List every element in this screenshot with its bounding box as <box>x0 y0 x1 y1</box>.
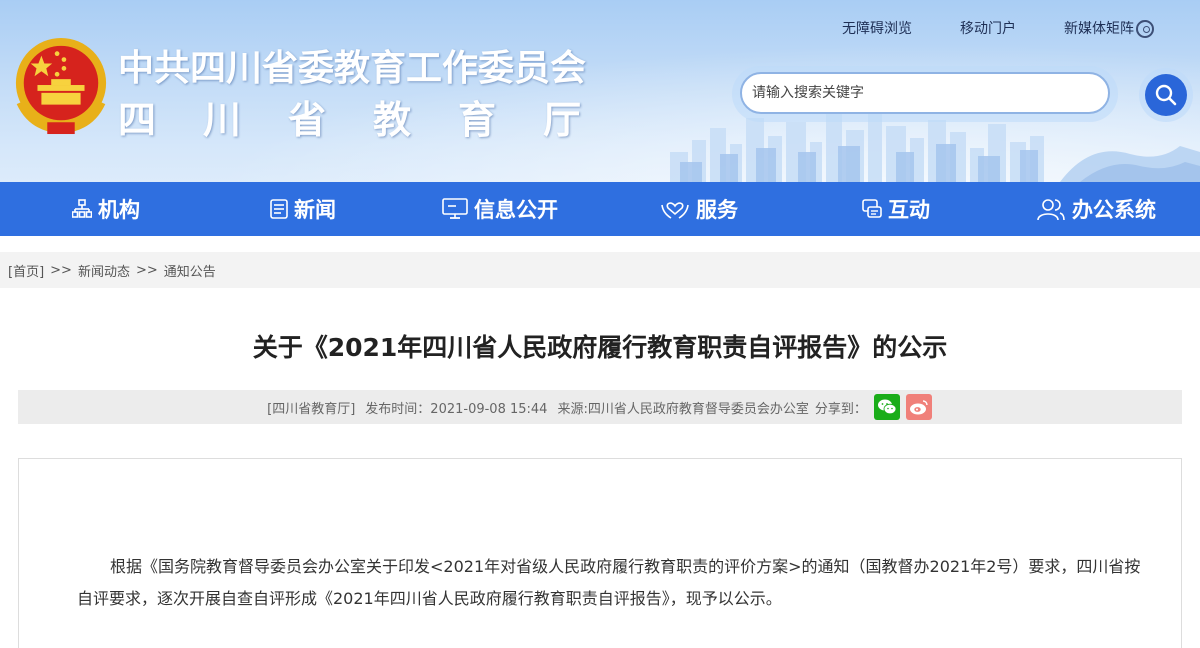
service-hands-icon <box>661 202 689 219</box>
nav-item-office-system[interactable]: 办公系统 <box>1036 182 1156 236</box>
mobile-portal-link[interactable]: 移动门户 <box>960 18 1016 38</box>
weibo-icon <box>909 400 928 415</box>
accessibility-link[interactable]: 无障碍浏览 <box>842 18 912 38</box>
monitor-icon <box>442 198 468 219</box>
nav-label: 服务 <box>696 198 738 222</box>
header-banner: 中共四川省委教育工作委员会 四川省教育厅 无障碍浏览 移动门户 新媒体矩阵 <box>0 0 1200 182</box>
search-button-inner <box>1145 74 1187 116</box>
breadcrumb: [首页] >> 新闻动态 >> 通知公告 <box>0 252 1200 288</box>
meta-publish-time: 发布时间：2021-09-08 15:44 <box>365 401 548 417</box>
nav-label: 新闻 <box>294 198 336 222</box>
share-weibo-button[interactable] <box>905 394 932 420</box>
breadcrumb-home[interactable]: [首页] <box>8 261 44 280</box>
search-input[interactable] <box>740 72 1110 114</box>
national-emblem-icon <box>15 37 107 135</box>
interaction-icon <box>862 199 882 218</box>
nav-item-info-disclosure[interactable]: 信息公开 <box>442 182 558 236</box>
meta-source: 来源:四川省人民政府教育督导委员会办公室 <box>557 401 809 417</box>
share-buttons <box>873 394 938 420</box>
nav-label: 信息公开 <box>474 198 558 222</box>
nav-label: 机构 <box>98 198 140 222</box>
nav-item-organization[interactable]: 机构 <box>72 182 140 236</box>
article-content: 根据《国务院教育督导委员会办公室关于印发<2021年对省级人民政府履行教育职责的… <box>18 458 1182 648</box>
breadcrumb-news[interactable]: 新闻动态 <box>78 261 130 280</box>
search-icon <box>1155 84 1177 106</box>
breadcrumb-separator: >> <box>50 262 72 278</box>
users-icon <box>1037 199 1065 221</box>
breadcrumb-notices[interactable]: 通知公告 <box>164 261 216 280</box>
new-media-matrix-link[interactable]: 新媒体矩阵 <box>1064 18 1154 38</box>
article-paragraph: 根据《国务院教育督导委员会办公室关于印发<2021年对省级人民政府履行教育职责的… <box>77 557 1141 608</box>
search-button[interactable] <box>1139 68 1193 122</box>
location-pin-icon <box>1136 20 1154 38</box>
search-box <box>732 66 1118 122</box>
nav-item-news[interactable]: 新闻 <box>270 182 336 236</box>
site-title-primary: 中共四川省委教育工作委员会 <box>118 48 587 89</box>
new-media-matrix-label: 新媒体矩阵 <box>1064 21 1134 37</box>
article-meta: [四川省教育厅] 发布时间：2021-09-08 15:44 来源:四川省人民政… <box>18 390 1182 424</box>
breadcrumb-separator: >> <box>135 262 158 278</box>
nav-label: 办公系统 <box>1072 198 1156 222</box>
top-utility-links: 无障碍浏览 移动门户 新媒体矩阵 <box>842 18 1154 38</box>
nav-item-services[interactable]: 服务 <box>660 182 738 236</box>
nav-label: 互动 <box>888 198 930 222</box>
meta-site: [四川省教育厅] <box>267 401 356 417</box>
wechat-icon <box>877 399 897 415</box>
article-title: 关于《2021年四川省人民政府履行教育职责自评报告》的公示 <box>252 333 948 362</box>
nav-item-interaction[interactable]: 互动 <box>862 182 930 236</box>
site-title-block: 中共四川省委教育工作委员会 四川省教育厅 <box>118 44 628 146</box>
org-chart-icon <box>72 199 92 218</box>
news-icon <box>270 199 288 219</box>
meta-share-label: 分享到： <box>814 401 867 417</box>
share-wechat-button[interactable] <box>873 394 900 420</box>
main-nav: 机构 新闻 信息公开 服务 互动 办公系统 <box>0 182 1200 236</box>
site-title-secondary: 四川省教育厅 <box>118 98 629 142</box>
